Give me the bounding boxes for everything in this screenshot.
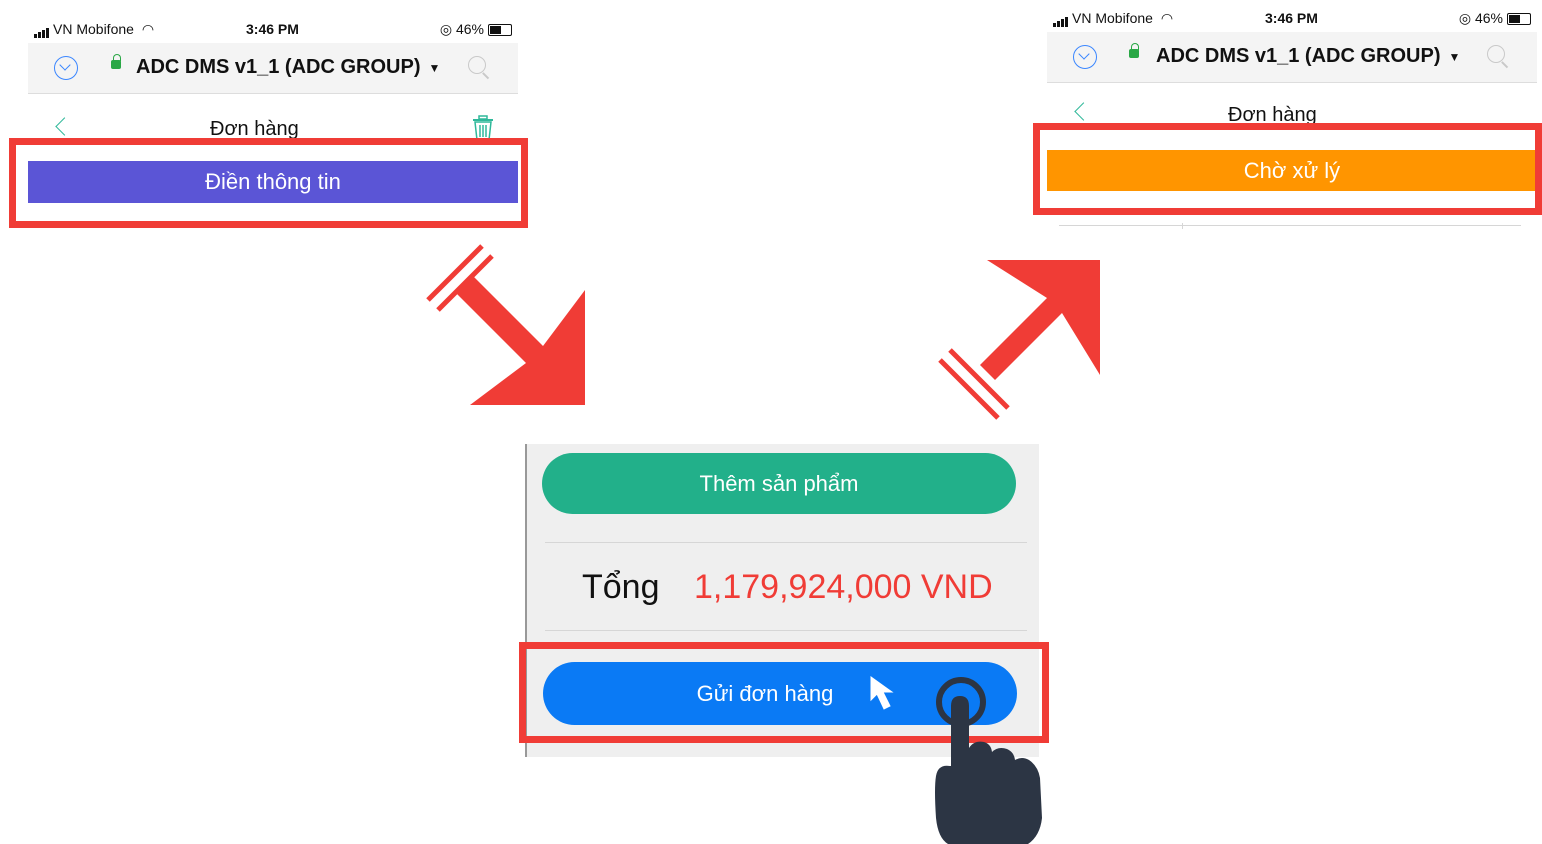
search-icon[interactable]: [1487, 45, 1505, 63]
status-bar: VN Mobifone ◠ 3:46 PM ◎ 46%: [28, 18, 518, 40]
arrow-down-right-icon: [426, 244, 585, 405]
lock-icon: [111, 54, 121, 69]
battery-percent: 46%: [1474, 10, 1503, 26]
alarm-icon: ◎: [439, 21, 453, 37]
browser-address-bar: ADC DMS v1_1 (ADC GROUP) ▼: [28, 43, 518, 94]
carrier-name: VN Mobifone: [1072, 10, 1153, 26]
lock-icon: [1129, 43, 1139, 58]
chevron-down-icon[interactable]: [1073, 45, 1097, 69]
hand-pointer-icon: [935, 677, 1042, 844]
caret-down-icon: ▼: [1448, 49, 1461, 64]
divider: [545, 542, 1027, 543]
wifi-icon: ◠: [1160, 10, 1174, 26]
total-label: Tổng: [582, 568, 660, 606]
battery-icon: [488, 24, 512, 37]
table-column-divider: [1182, 223, 1183, 229]
battery-percent: 46%: [455, 21, 484, 37]
status-time: 3:46 PM: [246, 21, 299, 37]
status-time: 3:46 PM: [1265, 10, 1318, 26]
chevron-left-icon[interactable]: [1074, 102, 1093, 121]
signal-icon: [34, 22, 50, 39]
battery-icon: [1507, 13, 1531, 26]
browser-address-bar: ADC DMS v1_1 (ADC GROUP) ▼: [1047, 32, 1537, 83]
caret-down-icon: ▼: [428, 60, 441, 75]
chevron-left-icon[interactable]: [55, 117, 74, 136]
chevron-down-icon[interactable]: [54, 56, 78, 80]
wifi-icon: ◠: [141, 21, 155, 37]
add-product-label: Thêm sản phẩm: [699, 471, 859, 496]
table-top-border: [1059, 225, 1521, 226]
highlight-box-step3: [1033, 123, 1542, 215]
search-icon[interactable]: [468, 56, 486, 74]
alarm-icon: ◎: [1458, 10, 1472, 26]
total-value: 1,179,924,000 VND: [694, 568, 993, 606]
order-total-row: Tổng 1,179,924,000 VND: [527, 562, 1039, 612]
signal-icon: [1053, 11, 1069, 28]
carrier-name: VN Mobifone: [53, 21, 134, 37]
status-bar: VN Mobifone ◠ 3:46 PM ◎ 46%: [1047, 7, 1537, 29]
add-product-button[interactable]: Thêm sản phẩm: [542, 453, 1016, 514]
arrow-up-right-icon: [938, 260, 1100, 420]
site-title: ADC DMS v1_1 (ADC GROUP): [136, 56, 421, 78]
highlight-box-step1: [9, 138, 528, 228]
site-title: ADC DMS v1_1 (ADC GROUP): [1156, 45, 1441, 67]
divider: [545, 630, 1027, 631]
